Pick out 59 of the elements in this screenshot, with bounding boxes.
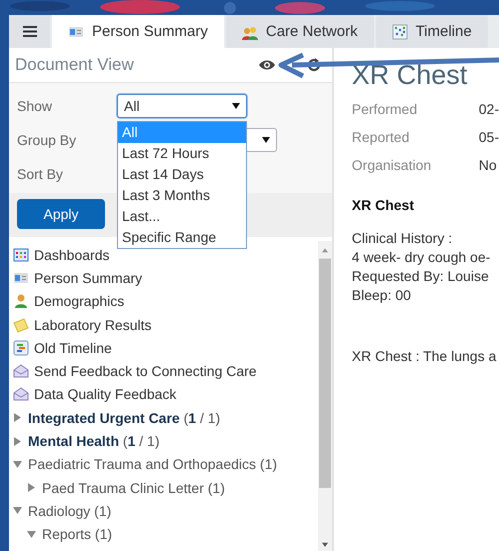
report-text: 4 week- dry cough oe- — [352, 248, 492, 267]
expanded-triangle-icon[interactable] — [27, 530, 36, 539]
field-label: Reported — [352, 129, 410, 145]
note-icon — [13, 316, 29, 333]
apply-button[interactable]: Apply — [17, 199, 105, 229]
document-title: XR Chest — [352, 60, 468, 91]
field-value: 05- — [478, 129, 499, 145]
tree-folder[interactable]: Reports (1) — [42, 526, 112, 542]
field-label: Organisation — [352, 157, 432, 173]
scrollbar[interactable] — [318, 241, 332, 551]
caret-icon — [262, 137, 270, 143]
menu-button[interactable] — [9, 15, 50, 48]
tree-folder[interactable]: Integrated Urgent Care (1 / 1) — [28, 410, 220, 426]
tab[interactable]: Timeline — [376, 15, 488, 48]
field-label: Performed — [352, 101, 418, 117]
report-text: Requested By: Louise — [352, 267, 490, 286]
tree-link[interactable]: Person Summary — [34, 270, 142, 286]
report-text: XR Chest : The lungs a — [352, 347, 498, 366]
expanded-triangle-icon[interactable] — [13, 460, 22, 469]
dropdown-option[interactable]: Specific Range — [118, 227, 246, 248]
envelope-icon — [13, 386, 29, 402]
person-icon — [13, 293, 29, 310]
section-heading: XR Chest — [352, 197, 415, 213]
expanded-triangle-icon[interactable] — [13, 506, 22, 516]
dropdown-option[interactable]: Last... — [118, 206, 246, 227]
dots-grid-icon — [392, 24, 408, 40]
tree-link[interactable]: Laboratory Results — [34, 316, 152, 333]
tab[interactable]: Person Summary — [52, 15, 224, 48]
filter-label: Show — [17, 98, 54, 114]
grid-icon — [13, 246, 29, 263]
report-text: Bleep: 00 — [352, 286, 412, 305]
tree-link[interactable]: Dashboards — [34, 246, 110, 263]
tree-folder[interactable]: Paed Trauma Clinic Letter (1) — [42, 480, 225, 496]
field-value: No — [478, 157, 497, 173]
collapsed-triangle-icon[interactable] — [13, 436, 22, 446]
collapsed-triangle-icon[interactable] — [27, 483, 36, 492]
tree-folder[interactable]: Paediatric Trauma and Orthopaedics (1) — [28, 456, 278, 472]
collapsed-triangle-icon[interactable] — [13, 413, 22, 422]
select-field[interactable]: All — [117, 94, 247, 118]
menu-icon — [22, 26, 36, 37]
caret-icon — [232, 103, 240, 109]
dropdown-option[interactable]: Last 72 Hours — [118, 143, 246, 164]
tree-link[interactable]: Old Timeline — [34, 340, 112, 356]
refresh-icon[interactable] — [306, 57, 322, 73]
tab[interactable]: Care Network — [226, 15, 374, 48]
field-value: 02- — [478, 101, 499, 117]
filter-label: Group By — [17, 132, 78, 148]
panel-title: Document View — [15, 55, 135, 75]
tree-link[interactable]: Demographics — [34, 293, 124, 310]
filter-label: Sort By — [17, 166, 64, 182]
dropdown-option[interactable]: Last 3 Months — [118, 185, 246, 206]
tree-folder[interactable]: Mental Health (1 / 1) — [28, 433, 160, 450]
tree-link[interactable]: Data Quality Feedback — [34, 386, 176, 402]
dropdown-option[interactable]: Last 14 Days — [118, 164, 246, 185]
tree-folder[interactable]: Radiology (1) — [28, 502, 112, 519]
report-text: Clinical History : — [352, 229, 454, 248]
timeline-icon — [13, 340, 29, 356]
envelope-icon — [13, 363, 29, 380]
tree-link[interactable]: Send Feedback to Connecting Care — [34, 363, 257, 380]
